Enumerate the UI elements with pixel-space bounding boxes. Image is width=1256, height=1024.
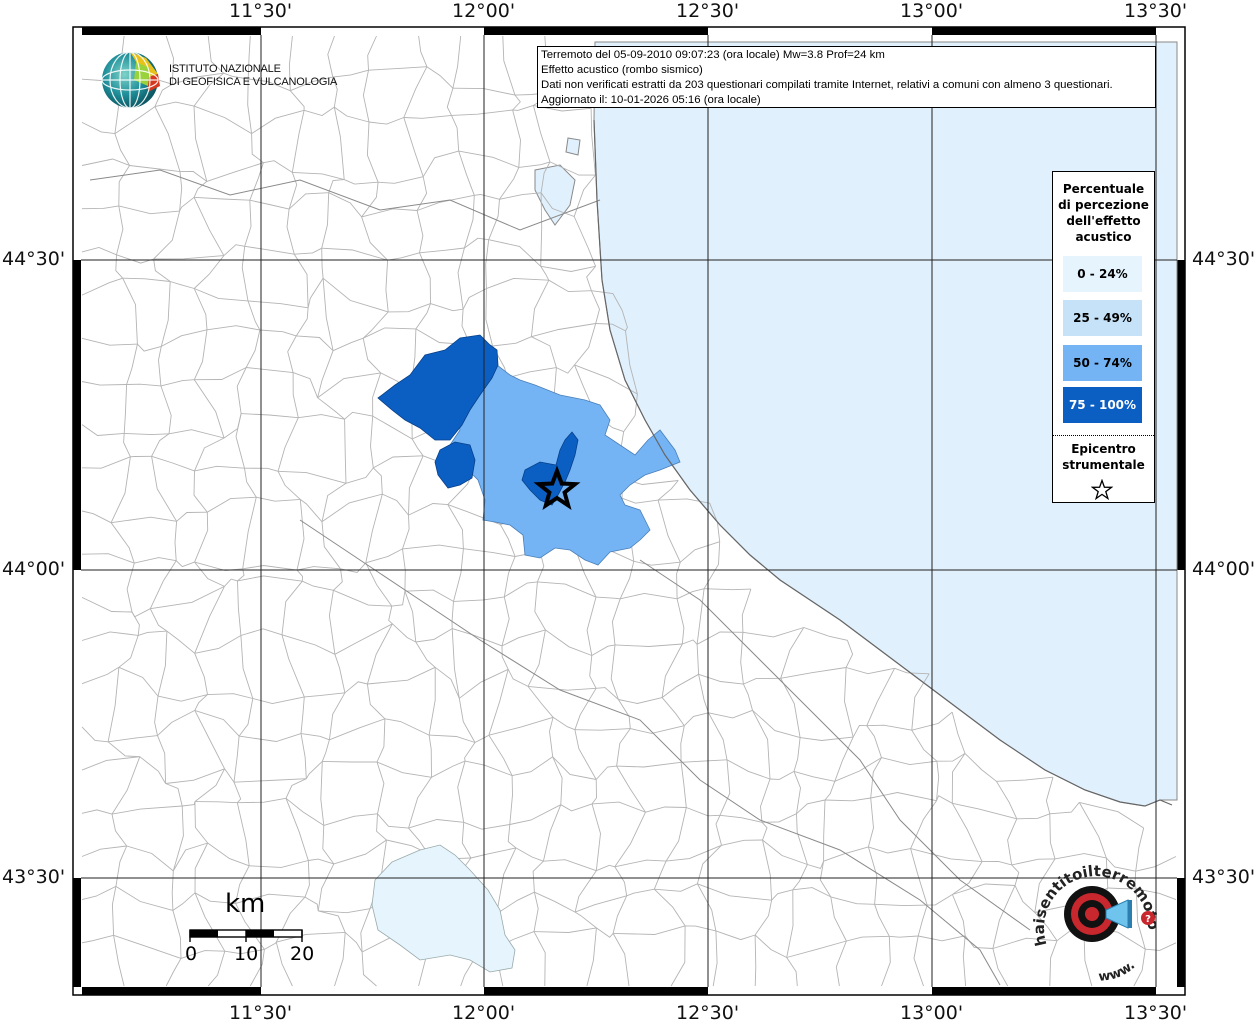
event-updated: Aggiornato il: 10-01-2026 05:16 (ora loc… <box>541 94 761 106</box>
lon-label-top-5: 13°30' <box>1124 0 1188 22</box>
question-badge-mark: ? <box>1145 914 1151 925</box>
event-title: Terremoto del 05-09-2010 09:07:23 (ora l… <box>541 49 885 61</box>
legend-class-50-74: 50 - 74% <box>1063 345 1142 381</box>
lat-label-left-3: 43°30' <box>2 866 66 888</box>
legend: Percentuale di percezione dell'effetto a… <box>1052 171 1155 503</box>
legend-title-line3: dell'effetto <box>1066 214 1141 228</box>
event-data-note: Dati non verificati estratti da 203 ques… <box>541 79 1113 91</box>
scale-bar <box>189 929 303 942</box>
legend-separator <box>1053 435 1154 436</box>
lat-label-right-2: 44°00' <box>1192 558 1256 580</box>
ingv-globe-icon <box>101 51 160 109</box>
lon-label-bottom-2: 12°00' <box>452 1002 516 1024</box>
scale-tick-10: 10 <box>234 943 259 965</box>
ingv-name: ISTITUTO NAZIONALE DI GEOFISICA E VULCAN… <box>169 63 337 89</box>
lat-label-left-1: 44°30' <box>2 248 66 270</box>
lagoon-small <box>565 137 581 156</box>
legend-epicenter-label: Epicentro strumentale <box>1053 441 1154 473</box>
event-info-box: Terremoto del 05-09-2010 09:07:23 (ora l… <box>537 46 1156 108</box>
lon-label-top-3: 12°30' <box>676 0 740 22</box>
hsit-logo-www: www. <box>1098 958 1138 985</box>
lon-label-bottom-3: 12°30' <box>676 1002 740 1024</box>
legend-title: Percentuale di percezione dell'effetto a… <box>1053 181 1154 245</box>
lon-label-bottom-1: 11°30' <box>229 1002 293 1024</box>
lon-label-top-1: 11°30' <box>229 0 293 22</box>
legend-epicenter-line2: strumentale <box>1062 458 1145 472</box>
legend-class-0-24: 0 - 24% <box>1063 256 1142 292</box>
lon-label-bottom-5: 13°30' <box>1124 1002 1188 1024</box>
lat-label-right-1: 44°30' <box>1192 248 1256 270</box>
lat-label-left-2: 44°00' <box>2 558 66 580</box>
legend-epicenter-line1: Epicentro <box>1071 442 1136 456</box>
scale-tick-20: 20 <box>290 943 315 965</box>
legend-class-25-49: 25 - 49% <box>1063 300 1142 336</box>
legend-star-icon <box>1091 479 1113 501</box>
legend-title-line1: Percentuale <box>1062 182 1145 196</box>
lon-label-top-2: 12°00' <box>452 0 516 22</box>
lon-label-bottom-4: 13°00' <box>900 1002 964 1024</box>
legend-title-line2: di percezione <box>1058 198 1149 212</box>
legend-class-75-100: 75 - 100% <box>1063 387 1142 423</box>
scale-tick-0: 0 <box>185 943 198 965</box>
lat-label-right-3: 43°30' <box>1192 866 1256 888</box>
event-effect: Effetto acustico (rombo sismico) <box>541 64 703 76</box>
hsit-logo: haisentitoilterremoto.it www. ? <box>1030 856 1162 985</box>
ingv-name-line2: DI GEOFISICA E VULCANOLOGIA <box>169 76 338 88</box>
legend-title-line4: acustico <box>1075 230 1132 244</box>
ingv-name-line1: ISTITUTO NAZIONALE <box>169 63 281 75</box>
lon-label-top-4: 13°00' <box>900 0 964 22</box>
